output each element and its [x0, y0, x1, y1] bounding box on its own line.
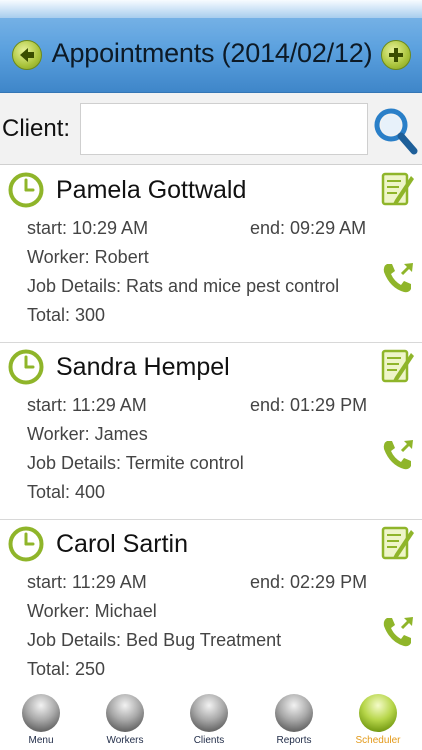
worker-name: Worker: Michael — [27, 601, 157, 621]
call-client-icon[interactable] — [380, 260, 416, 296]
tab-label: Reports — [276, 735, 312, 746]
back-button[interactable] — [12, 40, 42, 70]
arrow-left-icon — [20, 48, 34, 62]
job-details: Job Details: Termite control — [27, 453, 244, 473]
worker-name: Worker: Robert — [27, 247, 149, 267]
edit-appointment-icon[interactable] — [381, 170, 415, 206]
plus-icon — [389, 48, 403, 62]
call-client-icon[interactable] — [380, 437, 416, 473]
tab-ball-icon — [22, 694, 60, 732]
job-details: Job Details: Bed Bug Treatment — [27, 630, 282, 650]
end-time: end: 02:29 PM — [250, 572, 368, 592]
total-amount: Total: 300 — [27, 305, 106, 325]
client-name: Sandra Hempel — [56, 353, 230, 381]
page-title: Appointments (2014/02/12) — [51, 38, 373, 68]
tab-label: Scheduler — [355, 735, 401, 746]
appointment-card[interactable]: Carol Sartin start: 11:29 AM end: 02:29 PM… — [0, 520, 422, 697]
job-details: Job Details: Rats and mice pest control — [27, 276, 340, 296]
client-label: Client: — [2, 115, 71, 142]
tab-scheduler[interactable]: Scheduler — [343, 690, 413, 750]
worker-name: Worker: James — [27, 424, 148, 444]
clock-icon — [8, 526, 44, 562]
call-client-icon[interactable] — [380, 614, 416, 650]
clock-icon — [8, 172, 44, 208]
client-name: Pamela Gottwald — [56, 176, 247, 204]
client-search-row: Client: — [0, 93, 422, 165]
total-amount: Total: 250 — [27, 659, 106, 679]
tab-ball-icon — [359, 694, 397, 732]
tab-clients[interactable]: Clients — [174, 690, 244, 750]
edit-appointment-icon[interactable] — [381, 347, 415, 383]
tab-label: Workers — [106, 735, 144, 746]
tab-label: Clients — [193, 735, 225, 746]
edit-appointment-icon[interactable] — [381, 524, 415, 560]
client-name: Carol Sartin — [56, 530, 188, 558]
add-appointment-button[interactable] — [381, 40, 411, 70]
tab-ball-icon — [190, 694, 228, 732]
appointment-card[interactable]: Pamela Gottwald start: 10:29 AM end: 09:29… — [0, 166, 422, 343]
tab-workers[interactable]: Workers — [90, 690, 160, 750]
tab-ball-icon — [106, 694, 144, 732]
appointment-card[interactable]: Sandra Hempel start: 11:29 AM end: 01:29 P… — [0, 343, 422, 520]
tab-label: Menu — [28, 735, 54, 746]
end-time: end: 09:29 AM — [250, 218, 367, 238]
app-header: Appointments (2014/02/12) — [0, 0, 422, 93]
tab-menu[interactable]: Menu — [6, 690, 76, 750]
bottom-tab-bar: Menu Workers Clients Reports Scheduler — [0, 690, 422, 750]
start-time: start: 11:29 AM — [27, 572, 147, 592]
search-button[interactable] — [372, 106, 418, 156]
end-time: end: 01:29 PM — [250, 395, 368, 415]
client-search-input[interactable] — [80, 103, 368, 155]
tab-reports[interactable]: Reports — [259, 690, 329, 750]
start-time: start: 11:29 AM — [27, 395, 147, 415]
clock-icon — [8, 349, 44, 385]
search-icon — [374, 108, 418, 155]
tab-ball-icon — [275, 694, 313, 732]
total-amount: Total: 400 — [27, 482, 106, 502]
header-top-strip — [0, 0, 422, 18]
start-time: start: 10:29 AM — [27, 218, 149, 238]
